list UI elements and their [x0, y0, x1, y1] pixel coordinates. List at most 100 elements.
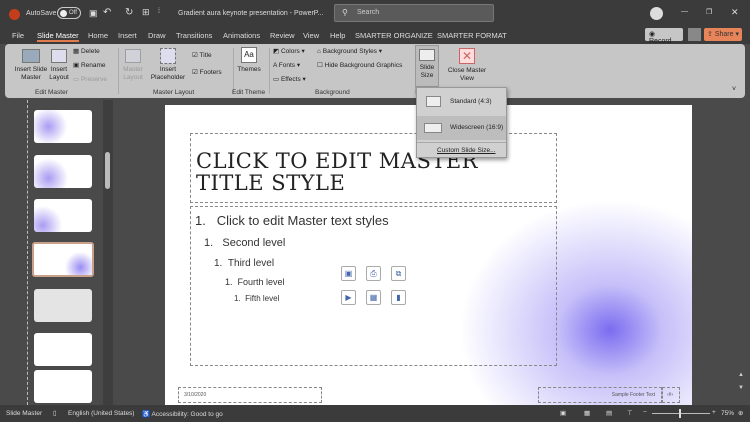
search-input[interactable]: ⚲ Search [334, 4, 494, 22]
group-master-layout: Master Layout [153, 89, 195, 96]
colors-button[interactable]: ◩ Colors ▾ [273, 48, 305, 56]
group-edit-master: Edit Master [35, 89, 68, 96]
custom-slide-size-option[interactable]: Custom Slide Size... [437, 147, 496, 154]
slide-size-button[interactable]: Slide Size [415, 45, 439, 87]
tab-animations[interactable]: Animations [223, 31, 260, 40]
redo-icon[interactable]: ↻ [125, 7, 133, 18]
tab-draw[interactable]: Draw [148, 31, 166, 40]
customize-icon[interactable]: ⁞ [158, 8, 160, 15]
tab-file[interactable]: File [12, 31, 24, 40]
layout-thumbnail[interactable] [34, 333, 92, 366]
slide-number-placeholder[interactable]: ‹#› [662, 387, 680, 403]
insert-table-icon[interactable]: ▦ [366, 290, 381, 305]
vertical-scrollbar[interactable]: ▲ ▼ [737, 100, 747, 405]
standard-option[interactable]: Standard (4:3) [417, 91, 506, 113]
widescreen-option[interactable]: Widescreen (16:9) [417, 116, 506, 140]
tab-transitions[interactable]: Transitions [176, 31, 212, 40]
title-bar: AutoSave Off ▣ ↶ ↻ ⊞ ⁞ Gradient aura key… [0, 0, 750, 30]
tab-slide-master[interactable]: Slide Master [37, 31, 79, 42]
themes-button[interactable]: Themes [233, 66, 265, 74]
save-icon[interactable]: ▣ [89, 8, 98, 19]
title-checkbox[interactable]: ☑ Title [192, 52, 212, 60]
tab-smarter-format[interactable]: SMARTER FORMAT [437, 31, 507, 40]
zoom-in-button[interactable]: + [712, 409, 716, 416]
insert-icons-icon[interactable]: ⎙ [366, 266, 381, 281]
normal-view-icon[interactable]: ▣ [560, 409, 566, 417]
avatar[interactable] [650, 7, 663, 20]
panel-scrollbar[interactable] [103, 100, 113, 405]
date-placeholder[interactable]: 3/10/2020 [178, 387, 322, 403]
slideshow-icon[interactable]: ⊤ [627, 409, 633, 417]
status-bar: Slide Master ▯ English (United States) ♿… [0, 405, 750, 422]
text-level-3: 1. Third level [214, 258, 275, 269]
zoom-level[interactable]: 75% [721, 410, 734, 417]
group-edit-theme: Edit Theme [232, 89, 266, 96]
reading-view-icon[interactable]: ▤ [606, 409, 612, 417]
footer-placeholder[interactable]: Sample Footer Text [538, 387, 662, 403]
document-title: Gradient aura keynote presentation - Pow… [178, 10, 324, 17]
undo-icon[interactable]: ↶ [103, 7, 111, 18]
fit-slide-icon[interactable]: ⊕ [738, 409, 743, 417]
insert-layout-icon [51, 49, 67, 63]
ribbon: Insert Slide Master Insert Layout ▦ Dele… [5, 44, 745, 98]
tab-view[interactable]: View [303, 31, 319, 40]
close-master-view-button[interactable]: ✕ Close Master View [445, 45, 489, 87]
background-styles-button[interactable]: ⌂ Background Styles ▾ [317, 48, 382, 56]
slide-size-dropdown: Standard (4:3) Widescreen (16:9) Custom … [416, 87, 507, 158]
insert-layout-button[interactable]: Insert Layout [47, 66, 71, 82]
minimize-button[interactable]: — [681, 8, 688, 15]
insert-video-icon[interactable]: ▶ [341, 290, 356, 305]
tab-smarter-organize[interactable]: SMARTER ORGANIZE [355, 31, 433, 40]
spelling-icon[interactable]: ▯ [53, 409, 57, 417]
tab-insert[interactable]: Insert [118, 31, 137, 40]
slide-sorter-icon[interactable]: ▦ [584, 409, 590, 417]
comments-button[interactable] [688, 28, 701, 41]
tab-help[interactable]: Help [330, 31, 345, 40]
footers-checkbox[interactable]: ☑ Footers [192, 69, 222, 77]
record-button[interactable]: ◉ Record [645, 28, 683, 45]
layout-thumbnail[interactable] [34, 199, 92, 232]
share-button[interactable]: ⇪ Share ▾ [704, 28, 742, 41]
layout-thumbnail[interactable] [34, 110, 92, 143]
autosave-toggle[interactable]: Off [57, 7, 81, 19]
layout-thumbnail-selected[interactable] [32, 242, 94, 277]
insert-placeholder-icon [160, 48, 176, 64]
insert-picture-icon[interactable]: ▣ [341, 266, 356, 281]
standard-icon [426, 96, 441, 107]
text-level-4: 1. Fourth level [225, 277, 285, 287]
delete-button[interactable]: ▦ Delete [73, 48, 100, 56]
accessibility-status[interactable]: ♿ Accessibility: Good to go [142, 410, 223, 418]
hide-background-graphics-checkbox[interactable]: ☐ Hide Background Graphics [317, 62, 402, 70]
layout-thumbnail[interactable] [34, 155, 92, 188]
text-level-1: 1. Click to edit Master text styles [195, 213, 389, 228]
collapse-ribbon-icon[interactable]: ˅ [732, 86, 736, 93]
insert-placeholder-button[interactable]: Insert Placeholder [148, 66, 188, 82]
preserve-button[interactable]: ▭ Preserve [73, 76, 107, 84]
thumbnail-panel [0, 100, 113, 405]
insert-3d-model-icon[interactable]: ⧉ [391, 266, 406, 281]
text-level-5: 1. Fifth level [234, 294, 280, 303]
tab-home[interactable]: Home [88, 31, 108, 40]
close-button[interactable]: ✕ [731, 7, 739, 18]
master-layout-button[interactable]: Master Layout [119, 66, 147, 82]
present-icon[interactable]: ⊞ [142, 7, 150, 18]
rename-button[interactable]: ▣ Rename [73, 62, 106, 70]
layout-thumbnail[interactable] [34, 289, 92, 322]
restore-button[interactable]: ❐ [706, 8, 712, 16]
close-master-icon: ✕ [459, 48, 475, 64]
effects-button[interactable]: ▭ Effects ▾ [273, 76, 306, 84]
tab-review[interactable]: Review [270, 31, 295, 40]
themes-icon: Aa [241, 47, 257, 63]
layout-thumbnail[interactable] [34, 370, 92, 403]
zoom-slider[interactable] [652, 409, 710, 418]
text-level-2: 1. Second level [204, 237, 286, 249]
language[interactable]: English (United States) [68, 410, 134, 417]
search-icon: ⚲ [342, 8, 348, 17]
widescreen-icon [424, 123, 442, 133]
fonts-button[interactable]: A Fonts ▾ [273, 62, 300, 70]
zoom-out-button[interactable]: − [643, 409, 647, 416]
autosave-label: AutoSave [26, 10, 57, 17]
insert-slide-master-icon [22, 49, 40, 63]
insert-chart-icon[interactable]: ▮ [391, 290, 406, 305]
content-placeholder[interactable]: 1. Click to edit Master text styles 1. S… [190, 206, 557, 366]
